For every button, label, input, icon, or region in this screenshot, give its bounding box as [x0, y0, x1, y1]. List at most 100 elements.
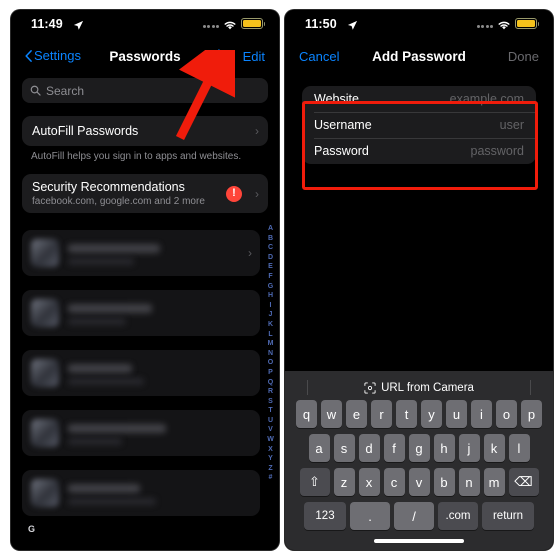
alpha-index-item[interactable]: Y: [268, 454, 273, 464]
website-field-label: Website: [314, 92, 359, 106]
key-r[interactable]: r: [371, 400, 392, 428]
alpha-index-item[interactable]: W: [267, 435, 274, 445]
alpha-index-item[interactable]: J: [269, 310, 273, 320]
list-item[interactable]: [22, 350, 260, 396]
key-t[interactable]: t: [396, 400, 417, 428]
key-i[interactable]: i: [471, 400, 492, 428]
done-button[interactable]: Done: [508, 49, 539, 64]
list-item[interactable]: [22, 410, 260, 456]
key-l[interactable]: l: [508, 434, 530, 462]
key-s[interactable]: s: [333, 434, 355, 462]
key-c[interactable]: c: [383, 468, 405, 496]
key-b[interactable]: b: [433, 468, 455, 496]
list-item[interactable]: [22, 470, 260, 516]
autofill-passwords-label: AutoFill Passwords: [32, 124, 139, 138]
numbers-key[interactable]: 123: [304, 502, 346, 530]
chevron-right-icon: ›: [255, 124, 259, 138]
password-field-row[interactable]: Password password: [302, 138, 536, 164]
key-f[interactable]: f: [383, 434, 405, 462]
security-recommendations-row[interactable]: Security Recommendations facebook.com, g…: [22, 174, 268, 213]
search-input[interactable]: Search: [22, 78, 268, 103]
key-v[interactable]: v: [408, 468, 430, 496]
key-y[interactable]: y: [421, 400, 442, 428]
key-e[interactable]: e: [346, 400, 367, 428]
list-item[interactable]: [22, 290, 260, 336]
key-q[interactable]: q: [296, 400, 317, 428]
alpha-index-item[interactable]: M: [268, 339, 274, 349]
username-input[interactable]: user: [500, 118, 524, 132]
alpha-index-item[interactable]: A: [268, 224, 273, 234]
alpha-index-item[interactable]: X: [268, 445, 273, 455]
key-p[interactable]: p: [521, 400, 542, 428]
add-password-plus-button[interactable]: +: [213, 45, 225, 67]
chevron-right-icon: ›: [255, 186, 259, 201]
key-a[interactable]: a: [308, 434, 330, 462]
right-phone-frame: 11:50 Cancel Add Password Done Website e…: [285, 10, 553, 550]
location-arrow-icon: [347, 18, 358, 30]
url-from-camera-suggestion[interactable]: URL from Camera: [285, 375, 553, 400]
period-key[interactable]: .: [350, 502, 390, 530]
website-field-row[interactable]: Website example.com: [302, 86, 536, 112]
key-d[interactable]: d: [358, 434, 380, 462]
search-placeholder: Search: [46, 83, 85, 98]
list-item[interactable]: ›: [22, 230, 260, 276]
key-j[interactable]: j: [458, 434, 480, 462]
alpha-index-item[interactable]: B: [268, 234, 273, 244]
key-o[interactable]: o: [496, 400, 517, 428]
home-indicator-bar[interactable]: [285, 536, 553, 550]
alert-badge-icon: !: [226, 185, 242, 202]
password-field-label: Password: [314, 144, 369, 158]
edit-button[interactable]: Edit: [243, 49, 265, 64]
password-input[interactable]: password: [471, 144, 525, 158]
key-g[interactable]: g: [408, 434, 430, 462]
alpha-index-item[interactable]: K: [268, 320, 273, 330]
url-from-camera-label: URL from Camera: [381, 381, 474, 394]
on-screen-keyboard: URL from Camera q w e r t y u i o p a s: [285, 371, 553, 550]
username-field-row[interactable]: Username user: [302, 112, 536, 138]
alpha-index-item[interactable]: L: [268, 330, 272, 340]
alpha-index-item[interactable]: P: [268, 368, 273, 378]
alpha-index-item[interactable]: O: [268, 358, 273, 368]
alpha-index-item[interactable]: Z: [268, 464, 272, 474]
alpha-index-item[interactable]: E: [268, 262, 273, 272]
alpha-index-item[interactable]: I: [270, 301, 272, 311]
alpha-index-item[interactable]: H: [268, 291, 273, 301]
status-bar-time: 11:50: [305, 17, 337, 31]
alpha-index-item[interactable]: T: [268, 406, 272, 416]
search-icon: [30, 85, 41, 96]
alpha-index-item[interactable]: Q: [268, 378, 273, 388]
alpha-index-item[interactable]: U: [268, 416, 273, 426]
key-h[interactable]: h: [433, 434, 455, 462]
autofill-passwords-row[interactable]: AutoFill Passwords ›: [22, 116, 268, 146]
return-key[interactable]: return: [482, 502, 534, 530]
screenshot-stage: 11:49 Settings Passwords + Edit Search A…: [0, 0, 560, 560]
password-list-redacted[interactable]: › G: [22, 224, 268, 544]
dotcom-key[interactable]: .com: [438, 502, 478, 530]
key-z[interactable]: z: [333, 468, 355, 496]
key-w[interactable]: w: [321, 400, 342, 428]
alpha-index-item[interactable]: N: [268, 349, 273, 359]
backspace-key[interactable]: ⌫: [508, 468, 539, 496]
key-x[interactable]: x: [358, 468, 380, 496]
alpha-index-item[interactable]: V: [268, 425, 273, 435]
alpha-index-item[interactable]: R: [268, 387, 273, 397]
alpha-index-item[interactable]: G: [268, 282, 273, 292]
alpha-index-item[interactable]: D: [268, 253, 273, 263]
alphabet-index[interactable]: A B C D E F G H I J K L M N O P Q R S T: [265, 224, 276, 483]
key-u[interactable]: u: [446, 400, 467, 428]
alpha-index-item[interactable]: S: [268, 397, 273, 407]
website-input[interactable]: example.com: [450, 92, 524, 106]
wifi-icon: [497, 18, 511, 30]
key-n[interactable]: n: [458, 468, 480, 496]
alpha-index-item[interactable]: F: [268, 272, 272, 282]
status-bar-left: 11:49: [11, 10, 279, 40]
alpha-index-item[interactable]: #: [269, 473, 273, 483]
alpha-index-item[interactable]: C: [268, 243, 273, 253]
slash-key[interactable]: /: [394, 502, 434, 530]
add-password-content: Website example.com Username user Passwo…: [285, 74, 553, 550]
key-m[interactable]: m: [483, 468, 505, 496]
security-recommendations-subtitle: facebook.com, google.com and 2 more: [32, 196, 205, 207]
username-field-label: Username: [314, 118, 372, 132]
shift-key[interactable]: ⇧: [299, 468, 330, 496]
key-k[interactable]: k: [483, 434, 505, 462]
